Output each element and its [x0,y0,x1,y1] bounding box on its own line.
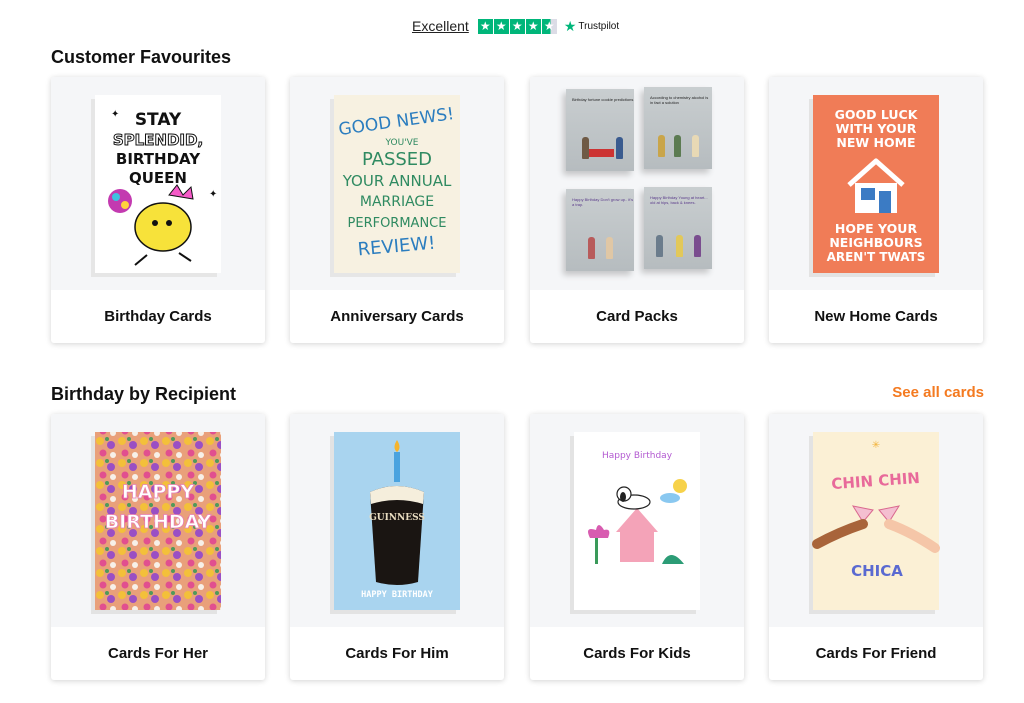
figure-icon [616,137,623,159]
card-art-line: HAPPY [122,481,194,503]
category-card-for-her[interactable]: HAPPY BIRTHDAY Cards For Her [51,414,265,680]
pack-card-text: Birthday fortune cookie predictions [572,97,634,102]
new-home-card-art: GOOD LUCK WITH YOUR NEW HOME HOPE YOUR N… [809,95,939,277]
card-label: New Home Cards [814,308,938,325]
star-icon: ★ [509,18,525,34]
card-image: GOOD LUCK WITH YOUR NEW HOME HOPE YOUR N… [769,77,983,290]
card-art-line: Happy Birthday [602,451,673,461]
floral-birthday-card-art: HAPPY BIRTHDAY [91,432,221,614]
svg-text:✳: ✳ [872,440,880,451]
card-art-line: GUINNESS [369,513,425,523]
pack-card-image: Birthday fortune cookie predictions [566,89,634,171]
card-art-line: WITH YOUR [836,121,917,136]
card-image: GUINNESS HAPPY BIRTHDAY [290,414,504,627]
card-art-line: BIRTHDAY [116,150,201,168]
category-card-for-friend[interactable]: CHIN CHIN CHICA ✳ Cards For Friend [769,414,983,680]
chin-chin-card-art: CHIN CHIN CHICA ✳ [809,432,940,614]
trustpilot-stars: ★ ★ ★ ★ ★ [477,18,557,34]
category-card-new-home[interactable]: GOOD LUCK WITH YOUR NEW HOME HOPE YOUR N… [769,77,983,343]
svg-text:✦: ✦ [209,189,217,200]
section-title-customer-favourites: Customer Favourites [51,47,232,67]
pack-card-text: Happy Birthday Don't grow up.. it's a tr… [572,197,634,207]
figure-icon [674,135,681,157]
pack-card-image: Happy Birthday Don't grow up.. it's a tr… [566,189,634,271]
card-art-line: HAPPY BIRTHDAY [361,590,434,600]
card-art-line: SPLENDID, [113,131,203,149]
category-card-for-kids[interactable]: Happy Birthday Cards For Kids [530,414,744,680]
card-art-line: BIRTHDAY [105,511,212,533]
pack-card-image: Happy Birthday Young at heart... old at … [644,187,712,269]
toy-table [588,149,614,157]
annual-review-card-art: GOOD NEWS! YOU'VE PASSED YOUR ANNUAL MAR… [330,95,460,277]
birthday-queen-card-art: STAY SPLENDID, BIRTHDAY QUEEN ✦ ✦ [91,95,221,277]
trustpilot-star-icon: ★ [563,17,577,34]
svg-text:✦: ✦ [111,109,119,120]
trustpilot-logo: ★ Trustpilot [564,18,619,35]
card-label: Cards For Kids [583,645,691,662]
trustpilot-brand: Trustpilot [578,20,620,32]
card-art-line: AREN'T TWATS [827,250,926,264]
section-title-birthday-by-recipient: Birthday by Recipient [51,384,237,404]
pack-card-text: According to chemistry alcohol is in fac… [650,95,709,105]
card-art-line: HOPE YOUR [835,221,918,236]
card-art-line: QUEEN [129,169,187,187]
card-image: GOOD NEWS! YOU'VE PASSED YOUR ANNUAL MAR… [290,77,504,290]
star-icon: ★ [477,18,493,34]
card-image: STAY SPLENDID, BIRTHDAY QUEEN ✦ ✦ [51,77,265,290]
card-image: HAPPY BIRTHDAY [51,414,265,627]
card-art-line: YOUR ANNUAL [342,172,452,190]
figure-icon [656,235,663,257]
card-art-line: PERFORMANCE [348,216,447,231]
category-card-for-him[interactable]: GUINNESS HAPPY BIRTHDAY Cards For Him [290,414,504,680]
star-icon: ★ [493,18,509,34]
trustpilot-rating-text[interactable]: Excellent [412,18,469,34]
star-icon: ★ [525,18,541,34]
figure-icon [606,237,613,259]
see-all-cards-link[interactable]: See all cards [892,384,984,401]
guinness-card-art: GUINNESS HAPPY BIRTHDAY [330,432,460,614]
card-label: Card Packs [596,308,678,325]
figure-icon [676,235,683,257]
card-image: CHIN CHIN CHICA ✳ [769,414,983,627]
card-label: Anniversary Cards [330,308,464,325]
card-label: Cards For Her [107,645,209,662]
trustpilot-widget[interactable]: Excellent ★ ★ ★ ★ ★ ★ Trustpilot [412,16,619,36]
card-label: Birthday Cards [104,308,212,325]
card-art-line: NEIGHBOURS [829,235,922,250]
figure-icon [658,135,665,157]
card-art-line: NEW HOME [836,135,915,150]
pack-card-image: According to chemistry alcohol is in fac… [644,87,712,169]
card-label: Cards For Him [345,645,449,662]
card-label: Cards For Friend [815,645,937,662]
figure-icon [694,235,701,257]
card-art-line: PASSED [362,149,432,170]
figure-icon [588,237,595,259]
card-art-line: STAY [135,110,182,130]
card-art-line: GOOD LUCK [835,107,919,122]
half-star-icon: ★ [541,18,557,34]
category-card-packs[interactable]: Birthday fortune cookie predictions Acco… [530,77,744,343]
card-art-line: MARRIAGE [360,194,434,210]
card-image: Happy Birthday [530,414,744,627]
card-art-line: CHICA [851,562,903,580]
category-card-anniversary[interactable]: GOOD NEWS! YOU'VE PASSED YOUR ANNUAL MAR… [290,77,504,343]
figure-icon [582,137,589,159]
snoopy-birthday-card-art: Happy Birthday [570,432,700,614]
category-card-birthday[interactable]: STAY SPLENDID, BIRTHDAY QUEEN ✦ ✦ Birthd… [51,77,265,343]
card-art-line: YOU'VE [385,138,419,148]
figure-icon [692,135,699,157]
card-image: Birthday fortune cookie predictions Acco… [530,77,744,290]
pack-card-text: Happy Birthday Young at heart... old at … [650,195,708,205]
